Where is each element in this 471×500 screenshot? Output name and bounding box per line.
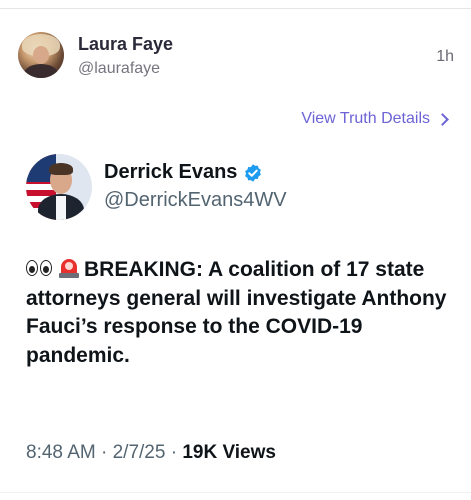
author-display-name[interactable]: Laura Faye [78,34,173,55]
tweet-author-handle: @DerrickEvans4WV [104,189,287,211]
chevron-right-icon [436,113,449,126]
author-handle[interactable]: @laurafaye [78,60,160,78]
bottom-divider [0,492,471,493]
view-count: 19K [182,442,218,463]
verified-badge-icon [245,163,262,182]
truth-post-header: Laura Faye @laurafaye 1h [18,30,458,86]
views-label: Views [222,442,276,463]
view-truth-details-link[interactable]: View Truth Details [301,110,449,128]
tweet-timestamp: 8:48 AM · 2/7/25 · [26,442,183,463]
tweet-author-display-name: Derrick Evans [104,161,238,183]
tweet-meta: 8:48 AM · 2/7/25 · 19K Views [26,442,276,464]
tweet-author-name-row: Derrick Evans [104,161,263,184]
police-light-emoji-icon [58,257,80,279]
tweet-text: BREAKING: A coalition of 17 state attorn… [26,258,447,367]
eyes-emoji-icon [26,258,54,278]
post-time: 1h [436,48,454,65]
tweet-body: BREAKING: A coalition of 17 state attorn… [26,256,456,370]
top-divider [0,8,471,9]
tweet-author-avatar [26,154,92,220]
view-truth-details-label: View Truth Details [301,110,430,127]
avatar[interactable] [18,32,64,78]
